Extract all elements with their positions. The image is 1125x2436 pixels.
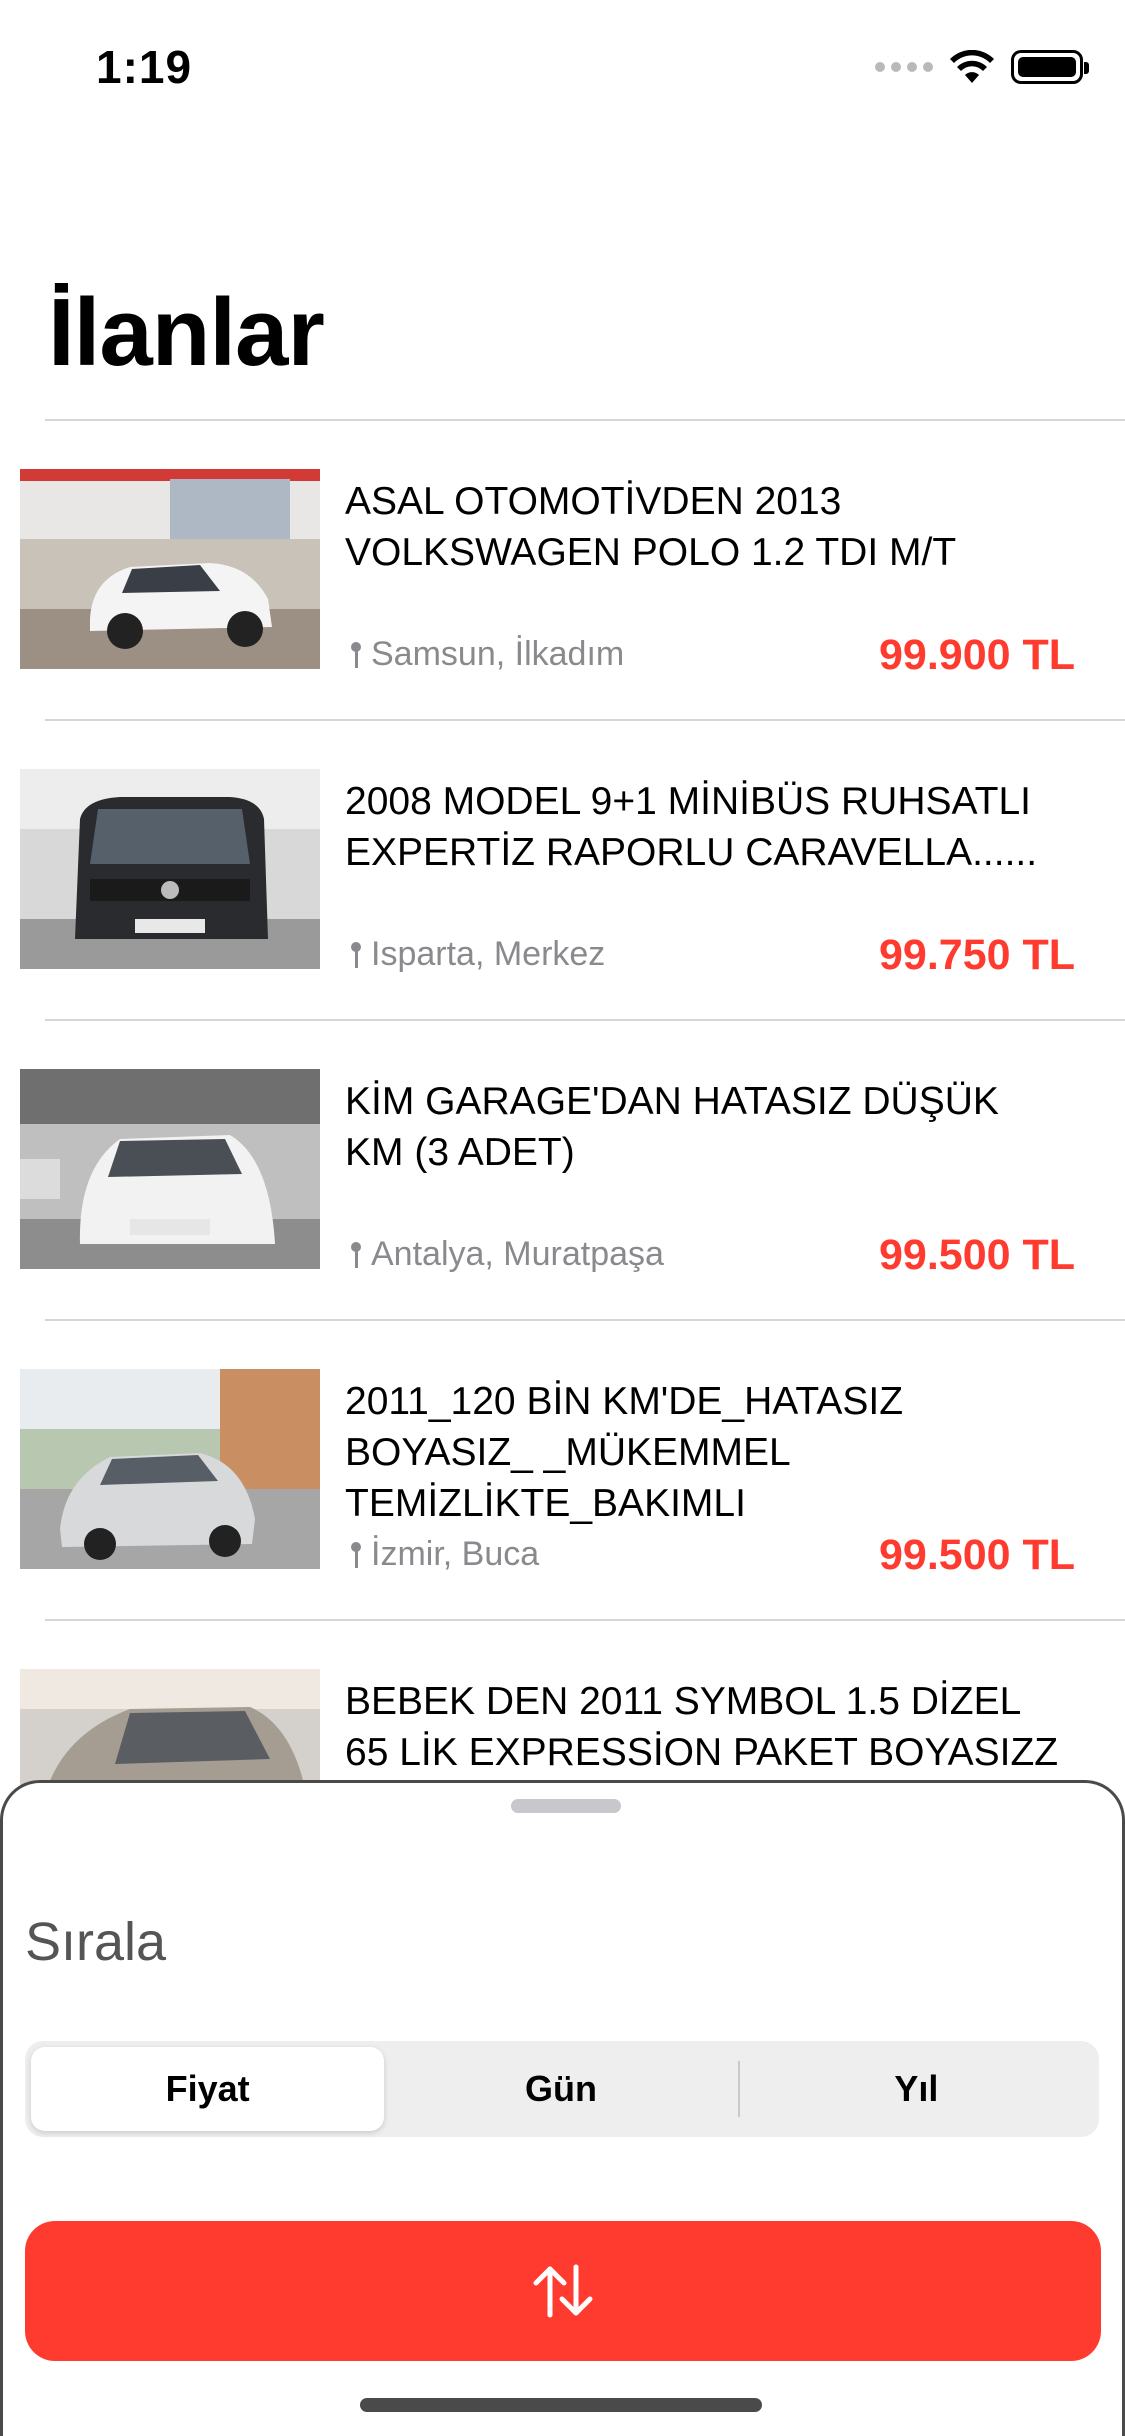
page-title: İlanlar xyxy=(48,279,325,386)
listing-item[interactable]: 2008 MODEL 9+1 MİNİBÜS RUHSATLI EXPERTİZ… xyxy=(0,721,1125,1021)
listing-title: 2011_120 BİN KM'DE_HATASIZ BOYASIZ_ _MÜK… xyxy=(345,1380,904,1525)
listing-location-text: Samsun, İlkadım xyxy=(371,635,625,673)
listing-price: 99.750 TL xyxy=(879,931,1075,979)
listing-title: BEBEK DEN 2011 SYMBOL 1.5 DİZEL 65 LİK E… xyxy=(345,1680,1059,1774)
location-pin-icon xyxy=(349,938,363,972)
sort-button[interactable] xyxy=(25,2221,1101,2361)
listing-location-text: Antalya, Muratpaşa xyxy=(371,1235,664,1273)
listing-thumbnail xyxy=(20,469,320,669)
listing-thumbnail xyxy=(20,1369,320,1569)
sort-arrows-icon xyxy=(533,2264,593,2318)
listing-location-text: Isparta, Merkez xyxy=(371,935,606,973)
segment-price[interactable]: Fiyat xyxy=(31,2047,385,2131)
sheet-title: Sırala xyxy=(25,1912,167,1972)
listing-thumbnail xyxy=(20,769,320,969)
listing-price: 99.900 TL xyxy=(879,631,1075,679)
location-pin-icon xyxy=(349,1238,363,1272)
listing-location: Antalya, Muratpaşa xyxy=(349,1235,664,1274)
listing-location-text: İzmir, Buca xyxy=(371,1535,540,1573)
segment-year[interactable]: Yıl xyxy=(740,2047,1093,2131)
sheet-grabber[interactable] xyxy=(511,1799,621,1813)
wifi-icon xyxy=(950,50,994,83)
listing-item[interactable]: 2011_120 BİN KM'DE_HATASIZ BOYASIZ_ _MÜK… xyxy=(0,1321,1125,1621)
listing-item[interactable]: KİM GARAGE'DAN HATASIZ DÜŞÜK KM (3 ADET)… xyxy=(0,1021,1125,1321)
status-bar: 1:19 xyxy=(0,0,1125,140)
listing-title: 2008 MODEL 9+1 MİNİBÜS RUHSATLI EXPERTİZ… xyxy=(345,780,1038,874)
location-pin-icon xyxy=(349,1538,363,1572)
battery-icon xyxy=(1011,50,1089,84)
status-icons xyxy=(875,50,1089,84)
cellular-signal-icon xyxy=(875,62,933,72)
location-pin-icon xyxy=(349,638,363,672)
listing-title: ASAL OTOMOTİVDEN 2013 VOLKSWAGEN POLO 1.… xyxy=(345,480,957,574)
listing-price: 99.500 TL xyxy=(879,1531,1075,1579)
sort-bottom-sheet: Sırala Fiyat Gün Yıl xyxy=(0,1780,1125,2436)
sort-segmented-control[interactable]: Fiyat Gün Yıl xyxy=(25,2041,1099,2137)
listing-title: KİM GARAGE'DAN HATASIZ DÜŞÜK KM (3 ADET) xyxy=(345,1080,999,1174)
listing-thumbnail xyxy=(20,1069,320,1269)
listing-item[interactable]: ASAL OTOMOTİVDEN 2013 VOLKSWAGEN POLO 1.… xyxy=(0,421,1125,721)
listing-location: İzmir, Buca xyxy=(349,1535,539,1574)
home-indicator xyxy=(360,2398,762,2412)
listing-location: Samsun, İlkadım xyxy=(349,635,624,674)
listing-location: Isparta, Merkez xyxy=(349,935,605,974)
segment-day[interactable]: Gün xyxy=(384,2047,737,2131)
listing-price: 99.500 TL xyxy=(879,1231,1075,1279)
status-time: 1:19 xyxy=(96,41,193,93)
listings-list[interactable]: ASAL OTOMOTİVDEN 2013 VOLKSWAGEN POLO 1.… xyxy=(0,421,1125,1921)
